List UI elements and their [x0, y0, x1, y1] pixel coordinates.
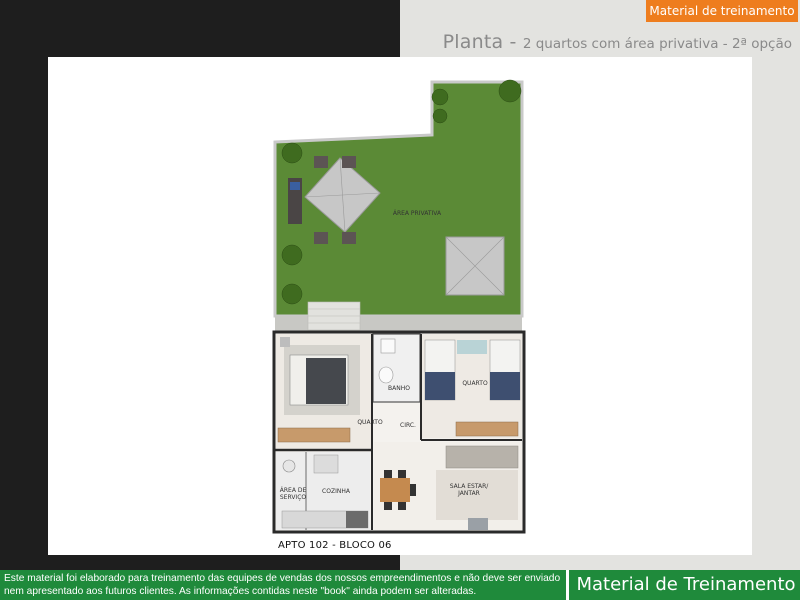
room-label-kitchen: COZINHA — [322, 488, 350, 495]
sofa — [445, 445, 519, 469]
bedroom1-wardrobe — [277, 427, 351, 443]
floor-plan-drawing — [0, 0, 800, 600]
bedroom2-wardrobe — [455, 421, 519, 437]
floor-plan-svg — [272, 79, 526, 534]
room-label-bathroom: BANHO — [388, 385, 410, 392]
room-label-bedroom2: QUARTO — [462, 380, 488, 387]
room-label-service: ÁREA DE SERVIÇO — [279, 487, 307, 501]
room-label-living: SALA ESTAR/ JANTAR — [449, 483, 489, 497]
footer-disclaimer: Este material foi elaborado para treinam… — [4, 573, 561, 597]
footer-bar: Este material foi elaborado para treinam… — [0, 570, 800, 600]
stove — [346, 511, 368, 528]
footer-brand: Material de Treinamento — [576, 574, 796, 595]
unit-label: APTO 102 - BLOCO 06 — [278, 540, 392, 551]
footer-divider — [566, 570, 569, 600]
room-label-garden: ÁREA PRIVATIVA — [392, 210, 442, 217]
dining-table — [380, 478, 410, 502]
room-label-circulation: CIRC. — [400, 422, 416, 429]
room-label-bedroom1: QUARTO — [357, 419, 383, 426]
